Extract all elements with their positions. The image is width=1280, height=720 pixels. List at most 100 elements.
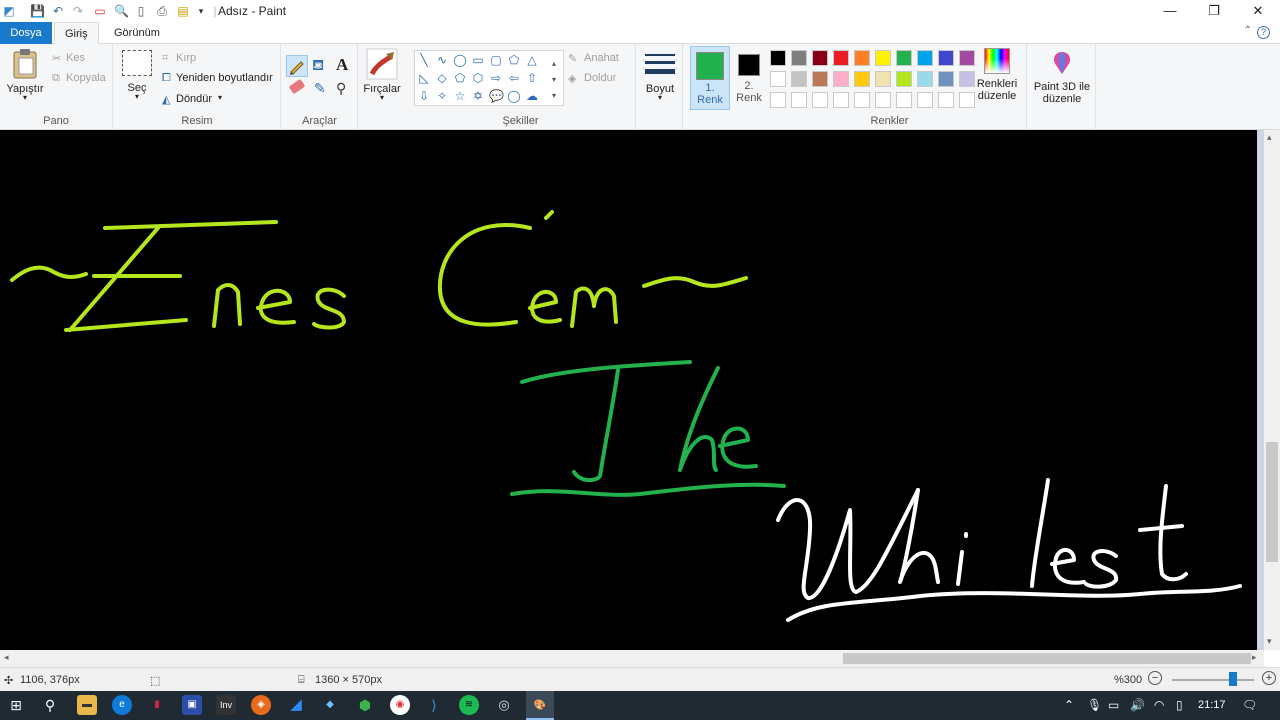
palette-color-swatch[interactable] xyxy=(812,71,828,87)
custom-color-slot[interactable] xyxy=(896,92,912,108)
volume-icon[interactable]: 🔊 xyxy=(1130,698,1145,712)
collapse-ribbon-icon[interactable]: ⌃ xyxy=(1244,25,1252,36)
size-button[interactable]: Boyut ▾ xyxy=(641,50,679,102)
scroll-right-icon[interactable]: ▸ xyxy=(1252,652,1257,663)
customize-quick-access-icon[interactable]: ▾ xyxy=(194,4,208,18)
palette-color-swatch[interactable] xyxy=(896,50,912,66)
hexagon-shape-icon[interactable]: ⬡ xyxy=(471,71,485,85)
fill-bucket-icon[interactable]: ⛾ xyxy=(312,57,324,76)
properties-icon[interactable]: ▤ xyxy=(176,4,190,18)
custom-color-slot[interactable] xyxy=(875,92,891,108)
spotify-icon[interactable]: ≋ xyxy=(459,695,479,715)
vscode-icon[interactable]: ⟩ xyxy=(424,695,444,715)
tray-overflow-icon[interactable]: ⌃ xyxy=(1064,698,1074,712)
polygon-shape-icon[interactable]: ⬠ xyxy=(507,53,521,67)
app-icon-red[interactable]: ▮ xyxy=(147,695,167,715)
palette-color-swatch[interactable] xyxy=(875,71,891,87)
palette-color-swatch[interactable] xyxy=(854,50,870,66)
new-file-icon[interactable]: ▯ xyxy=(134,4,148,18)
app-icon-diamond[interactable]: ◆ xyxy=(320,695,340,715)
color1-button[interactable]: 1. Renk xyxy=(690,46,730,110)
rectangle-shape-icon[interactable]: ▭ xyxy=(471,53,485,67)
eraser-icon[interactable] xyxy=(288,78,306,95)
line-shape-icon[interactable]: ╲ xyxy=(417,53,431,67)
edit-with-paint3d-button[interactable]: Paint 3D ile düzenle xyxy=(1029,50,1095,105)
palette-color-swatch[interactable] xyxy=(833,50,849,66)
undo-icon[interactable]: ↶ xyxy=(51,4,65,18)
rotate-button[interactable]: Döndür xyxy=(176,93,212,105)
network-adapter-icon[interactable]: ▭ xyxy=(1108,698,1119,712)
search-icon[interactable]: ⚲ xyxy=(40,695,60,715)
four-point-star-icon[interactable]: ✧ xyxy=(435,89,449,103)
custom-color-slot[interactable] xyxy=(854,92,870,108)
shapes-scroll-up-icon[interactable]: ▴ xyxy=(547,57,561,71)
cut-button[interactable]: Kes xyxy=(66,52,85,64)
palette-color-swatch[interactable] xyxy=(833,71,849,87)
right-triangle-shape-icon[interactable]: ◺ xyxy=(417,71,431,85)
oval-shape-icon[interactable]: ◯ xyxy=(453,53,467,67)
zoom-in-button[interactable]: + xyxy=(1262,671,1276,685)
arrow-left-shape-icon[interactable]: ⇦ xyxy=(507,71,521,85)
custom-color-slot[interactable] xyxy=(812,92,828,108)
app-icon-orange[interactable]: ◈ xyxy=(251,695,271,715)
clock[interactable]: 21:17 xyxy=(1198,699,1226,711)
palette-color-swatch[interactable] xyxy=(938,50,954,66)
pentagon-shape-icon[interactable]: ⬠ xyxy=(453,71,467,85)
palette-color-swatch[interactable] xyxy=(770,50,786,66)
rounded-rectangle-shape-icon[interactable]: ▢ xyxy=(489,53,503,67)
file-explorer-icon[interactable]: ▬ xyxy=(77,695,97,715)
curve-shape-icon[interactable]: ∿ xyxy=(435,53,449,67)
arrow-down-shape-icon[interactable]: ⇩ xyxy=(417,89,431,103)
brushes-button[interactable]: Fırçalar ▾ xyxy=(361,48,403,102)
app-icon-circle[interactable]: ◎ xyxy=(494,695,514,715)
shapes-scroll-down-icon[interactable]: ▾ xyxy=(547,73,561,87)
palette-color-swatch[interactable] xyxy=(812,50,828,66)
zoom-slider-track[interactable] xyxy=(1172,679,1254,681)
triangle-shape-icon[interactable]: △ xyxy=(525,53,539,67)
magnifier-icon[interactable]: ⚲ xyxy=(336,80,346,97)
zoom-slider-thumb[interactable] xyxy=(1228,672,1237,686)
palette-color-swatch[interactable] xyxy=(770,71,786,87)
custom-color-slot[interactable] xyxy=(959,92,975,108)
new-window-icon[interactable]: ▭ xyxy=(93,4,107,18)
app-icon-blue[interactable]: ▣ xyxy=(182,695,202,715)
scroll-up-icon[interactable]: ▴ xyxy=(1267,132,1272,143)
palette-color-swatch[interactable] xyxy=(791,71,807,87)
color-picker-icon[interactable]: ✎ xyxy=(314,80,326,97)
five-point-star-icon[interactable]: ☆ xyxy=(453,89,467,103)
palette-color-swatch[interactable] xyxy=(959,71,975,87)
palette-color-swatch[interactable] xyxy=(959,50,975,66)
pencil-tool[interactable] xyxy=(286,55,308,77)
redo-icon[interactable]: ↷ xyxy=(71,4,85,18)
palette-color-swatch[interactable] xyxy=(791,50,807,66)
custom-color-slot[interactable] xyxy=(770,92,786,108)
help-icon[interactable]: ? xyxy=(1257,26,1270,39)
drawing-canvas[interactable] xyxy=(0,130,1257,650)
edge-icon[interactable]: e xyxy=(112,695,132,715)
oval-callout-icon[interactable]: ◯ xyxy=(507,89,521,103)
select-button[interactable]: Seç ▾ xyxy=(120,50,154,101)
custom-color-slot[interactable] xyxy=(917,92,933,108)
diamond-shape-icon[interactable]: ◇ xyxy=(435,71,449,85)
windows-start-icon[interactable]: ⊞ xyxy=(6,695,26,715)
horizontal-scroll-thumb[interactable] xyxy=(843,653,1251,664)
rotate-dropdown-icon[interactable]: ▾ xyxy=(218,93,222,102)
horizontal-scrollbar[interactable]: ◂ ▸ xyxy=(0,650,1264,667)
text-tool-icon[interactable]: A xyxy=(336,55,348,75)
print-preview-icon[interactable]: 🔍 xyxy=(114,4,129,18)
custom-color-slot[interactable] xyxy=(938,92,954,108)
arrow-right-shape-icon[interactable]: ⇨ xyxy=(489,71,503,85)
fill-button[interactable]: Doldur xyxy=(584,72,616,84)
scroll-left-icon[interactable]: ◂ xyxy=(4,652,9,663)
battery-icon[interactable]: ▯ xyxy=(1176,698,1183,712)
shapes-more-icon[interactable]: ▾ xyxy=(547,89,561,103)
palette-color-swatch[interactable] xyxy=(917,71,933,87)
app-icon-inv[interactable]: Inv xyxy=(216,695,236,715)
arrow-up-shape-icon[interactable]: ⇧ xyxy=(525,71,539,85)
crop-button[interactable]: Kırp xyxy=(176,52,196,64)
zoom-out-button[interactable]: − xyxy=(1148,671,1162,685)
tab-home[interactable]: Giriş xyxy=(54,22,99,45)
restore-button[interactable]: ❐ xyxy=(1192,0,1236,22)
paint-app-icon[interactable]: ◩ xyxy=(2,4,16,18)
outline-button[interactable]: Anahat xyxy=(584,52,619,64)
